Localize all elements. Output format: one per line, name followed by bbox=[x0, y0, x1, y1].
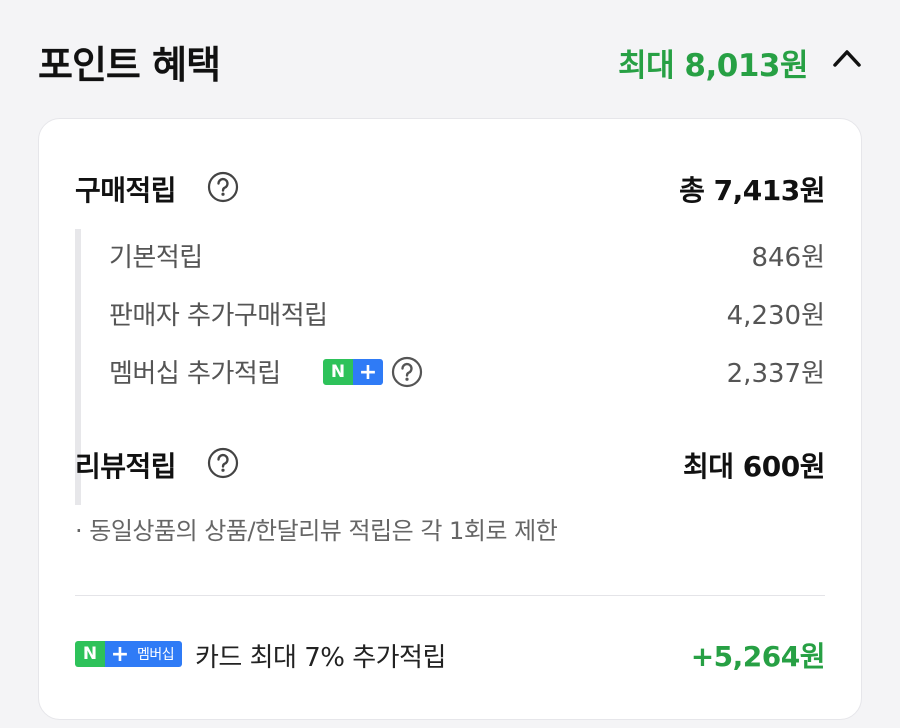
basic-point-value: 846원 bbox=[751, 243, 825, 273]
review-max-value: 최대 600원 bbox=[683, 450, 825, 483]
basic-point-label: 기본적립 bbox=[109, 243, 203, 273]
chevron-up-icon[interactable] bbox=[832, 46, 862, 70]
question-circle-icon[interactable] bbox=[207, 171, 239, 203]
page-title: 포인트 혜택 bbox=[38, 43, 221, 87]
plus-icon: + bbox=[105, 641, 135, 667]
review-limit-note: · 동일상품의 상품/한달리뷰 적립은 각 1회로 제한 bbox=[75, 517, 558, 545]
n-logo-icon: N bbox=[323, 359, 353, 385]
purchase-title: 구매적립 bbox=[75, 174, 177, 207]
seller-extra-point-value: 4,230원 bbox=[726, 301, 825, 331]
review-section-header: 리뷰적립 최대 600원 bbox=[75, 445, 825, 485]
purchase-total: 총 7,413원 bbox=[679, 174, 825, 207]
list-item: 기본적립 846원 bbox=[109, 237, 825, 277]
list-item: 멤버십 추가적립 N + 2,337원 bbox=[109, 353, 825, 393]
naver-plus-membership-badge: N + 멤버십 bbox=[75, 641, 183, 667]
card-extra-point-label: 카드 최대 7% 추가적립 bbox=[195, 643, 446, 673]
plus-icon: + bbox=[353, 359, 383, 385]
question-circle-icon[interactable] bbox=[207, 447, 239, 479]
membership-label: 멤버십 bbox=[135, 641, 183, 667]
card-extra-point-value: +5,264원 bbox=[690, 640, 826, 673]
question-circle-icon[interactable] bbox=[391, 356, 423, 388]
max-benefit-amount: 최대 8,013원 bbox=[618, 48, 808, 84]
point-benefit-header[interactable]: 포인트 혜택 최대 8,013원 bbox=[0, 0, 900, 118]
membership-extra-point-label: 멤버십 추가적립 bbox=[109, 359, 281, 389]
seller-extra-point-label: 판매자 추가구매적립 bbox=[109, 301, 328, 331]
list-item: 판매자 추가구매적립 4,230원 bbox=[109, 295, 825, 335]
membership-extra-point-value: 2,337원 bbox=[726, 359, 825, 389]
n-logo-icon: N bbox=[75, 641, 105, 667]
review-title: 리뷰적립 bbox=[75, 450, 177, 483]
purchase-section-header: 구매적립 총 7,413원 bbox=[75, 169, 825, 209]
benefit-card: 구매적립 총 7,413원 기본적립 846원 판매자 추가구매적립 4,230… bbox=[38, 118, 862, 720]
divider bbox=[75, 595, 825, 596]
naver-plus-badge: N + bbox=[323, 359, 383, 385]
